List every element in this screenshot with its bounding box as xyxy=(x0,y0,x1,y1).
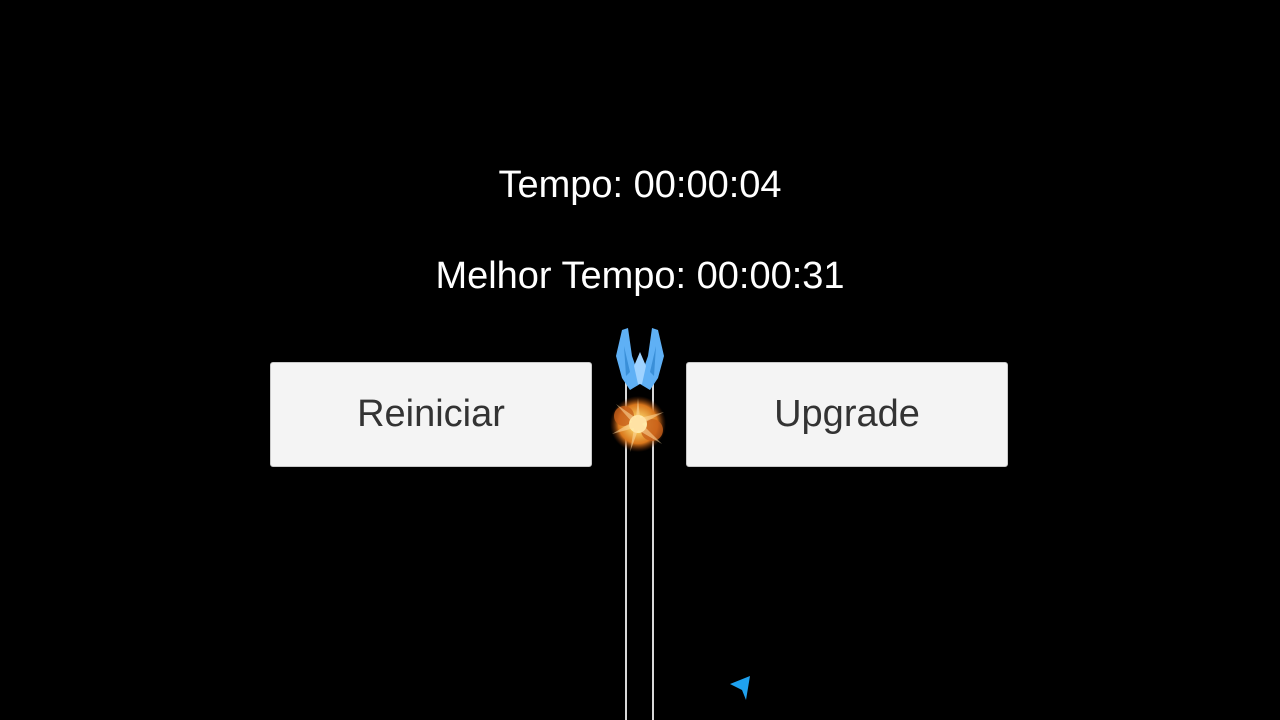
upgrade-button[interactable]: Upgrade xyxy=(686,362,1008,467)
restart-button-label: Reiniciar xyxy=(357,393,505,435)
upgrade-button-label: Upgrade xyxy=(774,393,920,435)
elapsed-time-label: Tempo: 00:00:04 xyxy=(498,164,782,206)
spaceship-icon xyxy=(616,328,664,390)
explosion-icon xyxy=(610,396,666,452)
best-time-label: Melhor Tempo: 00:00:31 xyxy=(435,255,845,297)
game-over-screen: Tempo: 00:00:04 Melhor Tempo: 00:00:31 R… xyxy=(0,0,1280,720)
restart-button[interactable]: Reiniciar xyxy=(270,362,592,467)
cursor-icon xyxy=(730,676,750,700)
